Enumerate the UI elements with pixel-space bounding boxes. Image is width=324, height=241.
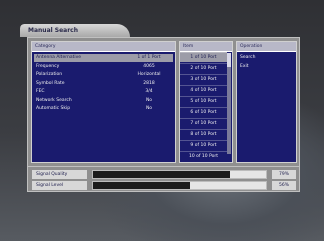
- category-row[interactable]: Network Search No: [34, 97, 173, 105]
- signal-quality-bar: [92, 170, 267, 179]
- transponder-item[interactable]: 8 of 10 Port: [180, 129, 227, 139]
- signal-panel: Signal Quality 79% Signal Level 56%: [27, 167, 300, 192]
- page-title: Manual Search: [20, 24, 130, 37]
- transponder-item[interactable]: 10 of 10 Port: [180, 151, 227, 161]
- operation-item-search[interactable]: Search: [240, 54, 255, 62]
- transponder-item[interactable]: 9 of 10 Port: [180, 140, 227, 150]
- category-row-label: Symbol Rate: [36, 80, 65, 86]
- category-header: Category: [32, 42, 175, 52]
- category-row-label: Frequency: [36, 63, 60, 69]
- category-row[interactable]: FEC 3/4: [34, 88, 173, 96]
- category-row[interactable]: Automatic Skip No: [34, 105, 173, 113]
- transponder-item[interactable]: 2 of 10 Port: [180, 63, 227, 73]
- signal-quality-percent: 79%: [272, 170, 296, 179]
- transponder-item[interactable]: 3 of 10 Port: [180, 74, 227, 84]
- category-row[interactable]: Symbol Rate 2818: [34, 80, 173, 88]
- category-row[interactable]: Frequency 4065: [34, 63, 173, 71]
- category-row[interactable]: Antenna Alternative 1 of 1 Port: [34, 54, 173, 62]
- manual-search-panel: Category Antenna Alternative 1 of 1 Port F…: [27, 37, 300, 167]
- signal-quality-fill: [93, 171, 230, 178]
- operation-header: Operation: [237, 42, 296, 52]
- category-row-value: 3/4: [145, 89, 153, 94]
- transponder-list: Item 1 of 10 Port 2 of 10 Port 3 of 10 Por…: [179, 41, 233, 163]
- category-row-label: Antenna Alternative: [36, 55, 82, 60]
- category-row[interactable]: Polarization Horizontal: [34, 71, 173, 79]
- signal-level-row: Signal Level 56%: [32, 181, 296, 190]
- transponder-list-header: Item: [180, 42, 232, 52]
- category-row-value: No: [145, 97, 153, 103]
- category-row-label: FEC: [36, 89, 45, 94]
- category-row-label: Automatic Skip: [36, 106, 71, 111]
- signal-quality-label: Signal Quality: [32, 170, 87, 179]
- signal-level-percent: 56%: [272, 181, 296, 190]
- transponder-item[interactable]: 6 of 10 Port: [180, 107, 227, 117]
- category-row-label: Polarization: [36, 72, 63, 77]
- category-row-value: 4065: [143, 63, 155, 69]
- transponder-item[interactable]: 5 of 10 Port: [180, 96, 227, 106]
- category-list: Category Antenna Alternative 1 of 1 Port F…: [31, 41, 176, 163]
- category-row-value: No: [145, 106, 153, 111]
- transponder-item[interactable]: 1 of 10 Port: [180, 52, 227, 62]
- signal-level-label: Signal Level: [32, 181, 87, 190]
- signal-quality-row: Signal Quality 79%: [32, 170, 296, 179]
- transponder-item[interactable]: 7 of 10 Port: [180, 118, 227, 128]
- operation-item-exit[interactable]: Exit: [240, 63, 249, 71]
- signal-level-fill: [93, 182, 190, 189]
- scrollbar-thumb[interactable]: [227, 53, 231, 67]
- category-row-value: 1 of 1 Port: [137, 55, 161, 60]
- category-row-label: Network Search: [36, 97, 72, 103]
- transponder-scrollbar[interactable]: [227, 53, 231, 154]
- category-row-value: 2818: [143, 80, 155, 86]
- signal-level-bar: [92, 181, 267, 190]
- category-row-value: Horizontal: [137, 72, 161, 77]
- operation-menu: Operation Search Exit: [236, 41, 297, 163]
- transponder-item[interactable]: 4 of 10 Port: [180, 85, 227, 95]
